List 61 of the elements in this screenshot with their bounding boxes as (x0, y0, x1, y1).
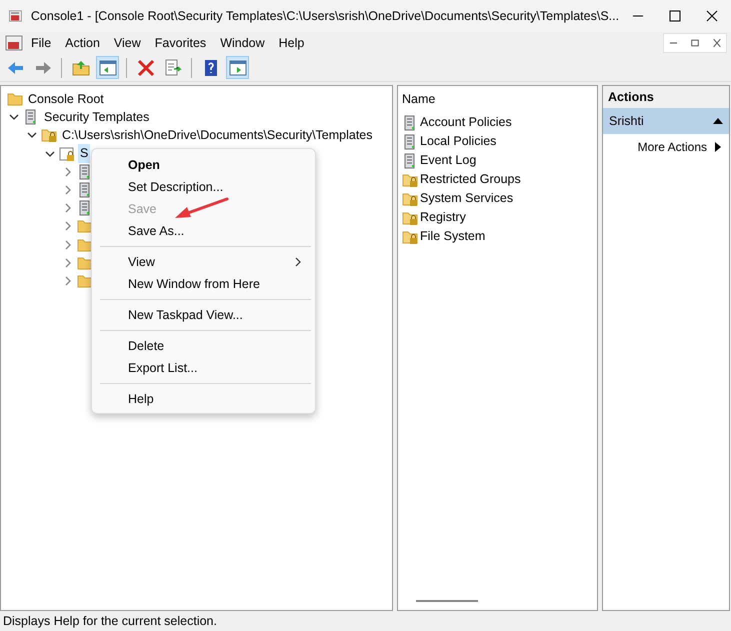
menu-item[interactable]: Help (92, 388, 315, 410)
status-text: Displays Help for the current selection. (3, 612, 217, 630)
locked-folder-icon (402, 210, 418, 226)
minimize-icon (632, 15, 643, 17)
action-link[interactable]: More Actions (638, 138, 707, 156)
menu-item[interactable]: New Taskpad View... (92, 304, 315, 326)
menu-item[interactable]: Action (58, 34, 107, 52)
tree-item[interactable]: Security Templates (42, 108, 152, 127)
list-item[interactable]: Account Policies (420, 113, 512, 132)
menu-item[interactable]: File (24, 34, 58, 52)
expand-chevron-icon (63, 221, 73, 232)
list-item[interactable]: Event Log (420, 151, 476, 170)
locked-folder-icon (402, 228, 418, 244)
menu-item[interactable]: Save As... (92, 220, 315, 242)
menu-item[interactable]: View (106, 34, 148, 52)
list-item[interactable]: File System (420, 227, 486, 246)
template-icon (59, 146, 75, 162)
list-item[interactable]: Local Policies (420, 132, 496, 151)
annotation-arrow (173, 197, 229, 221)
expand-chevron-icon (63, 240, 73, 250)
expand-chevron-icon (63, 258, 73, 268)
window-title: Console1 - [Console Root\Security Templates\C:\Users\srish\OneDrive\Documents\Security\Templates\S... (30, 8, 620, 25)
column-header: Name (401, 91, 436, 108)
locked-folder-icon (41, 127, 57, 144)
list-item[interactable]: Restricted Groups (420, 170, 521, 189)
menu-item[interactable]: View (92, 251, 315, 273)
delete-x-icon (136, 58, 156, 78)
menu-item[interactable]: Help (272, 34, 312, 52)
show-action-pane-icon (228, 58, 248, 78)
folder-icon (77, 236, 93, 253)
menu-item[interactable]: Window (213, 34, 272, 52)
export-list-icon (162, 58, 182, 78)
show-action-pane-button[interactable] (226, 56, 249, 79)
menu-item[interactable]: New Window from Here (92, 273, 315, 295)
minimize-icon (670, 42, 676, 44)
expand-chevron-icon (63, 185, 73, 196)
folder-icon (7, 91, 23, 108)
expand-chevron-icon (63, 276, 73, 286)
actions-section-title: Srishti (609, 112, 644, 130)
menu-item[interactable]: Export List... (92, 357, 315, 379)
tree-item[interactable]: Console Root (26, 90, 106, 108)
show-tree-button[interactable] (96, 56, 119, 79)
folder-icon (77, 254, 93, 271)
menu-item[interactable]: Delete (92, 335, 315, 357)
menu-item[interactable]: Favorites (148, 34, 214, 52)
folder-icon (77, 218, 93, 234)
expand-chevron-icon (63, 203, 73, 214)
menu-item[interactable]: Set Description... (92, 176, 315, 198)
menu-item[interactable]: Open (92, 154, 315, 176)
scrollbar-thumb (416, 600, 478, 602)
expand-chevron-icon (63, 166, 73, 177)
actions-header: Actions (603, 86, 729, 108)
folder-icon (77, 272, 93, 289)
show-tree-icon (98, 58, 118, 78)
list-item[interactable]: System Services (420, 189, 514, 208)
console-icon (4, 33, 24, 53)
tree-item[interactable]: C:\Users\srish\OneDrive\Documents\Security\Templates (60, 126, 375, 145)
tree-item[interactable]: S (78, 144, 90, 164)
list-item[interactable]: Registry (420, 208, 466, 227)
locked-folder-icon (402, 190, 418, 206)
locked-folder-icon (402, 172, 418, 188)
